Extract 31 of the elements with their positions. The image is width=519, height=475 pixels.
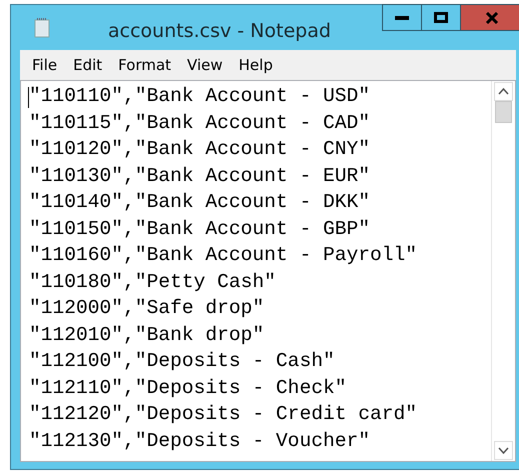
text-line: "110150","Bank Account - GBP" bbox=[29, 216, 370, 242]
text-line: "110130","Bank Account - EUR" bbox=[29, 164, 370, 188]
text-line: "112100","Deposits - Cash" bbox=[29, 349, 335, 374]
menu-item[interactable]: Edit bbox=[65, 56, 110, 74]
maximize-icon bbox=[434, 12, 448, 23]
minimize-icon bbox=[395, 16, 409, 20]
close-button[interactable] bbox=[460, 4, 519, 31]
text-line: "112000","Safe drop" bbox=[29, 296, 264, 321]
minimize-button[interactable] bbox=[382, 4, 422, 31]
text-line: "110140","Bank Account - DKK" bbox=[29, 190, 370, 215]
scroll-down-icon[interactable] bbox=[494, 441, 513, 460]
text-line: "112120","Deposits - Credit card" bbox=[29, 402, 418, 427]
text-line: "110120","Bank Account - CNY" bbox=[29, 137, 370, 162]
menu-item[interactable]: View bbox=[179, 56, 231, 74]
text-line: "110180","Petty Cash" bbox=[29, 270, 276, 294]
vertical-scrollbar[interactable] bbox=[491, 81, 515, 461]
text-line: "110160","Bank Account - Payroll" bbox=[29, 243, 418, 268]
scrollbar-thumb[interactable] bbox=[495, 101, 512, 123]
close-icon bbox=[485, 12, 499, 24]
text-line: "110115","Bank Account - CAD" bbox=[29, 110, 370, 136]
text-line: "110110","Bank Account - USD" bbox=[29, 84, 370, 109]
notepad-icon bbox=[34, 18, 50, 38]
text-line: "112010","Bank drop" bbox=[29, 322, 264, 348]
window-title: accounts.csv - Notepad bbox=[108, 20, 331, 42]
text-line: "112130","Deposits - Voucher" bbox=[29, 428, 370, 454]
scroll-up-icon[interactable] bbox=[494, 82, 513, 101]
maximize-button[interactable] bbox=[421, 4, 461, 31]
menu-item[interactable]: Help bbox=[230, 56, 281, 74]
menu-item[interactable]: Format bbox=[110, 56, 180, 74]
menu-item[interactable]: File bbox=[24, 56, 66, 74]
text-line: "112110","Deposits - Check" bbox=[29, 376, 346, 400]
